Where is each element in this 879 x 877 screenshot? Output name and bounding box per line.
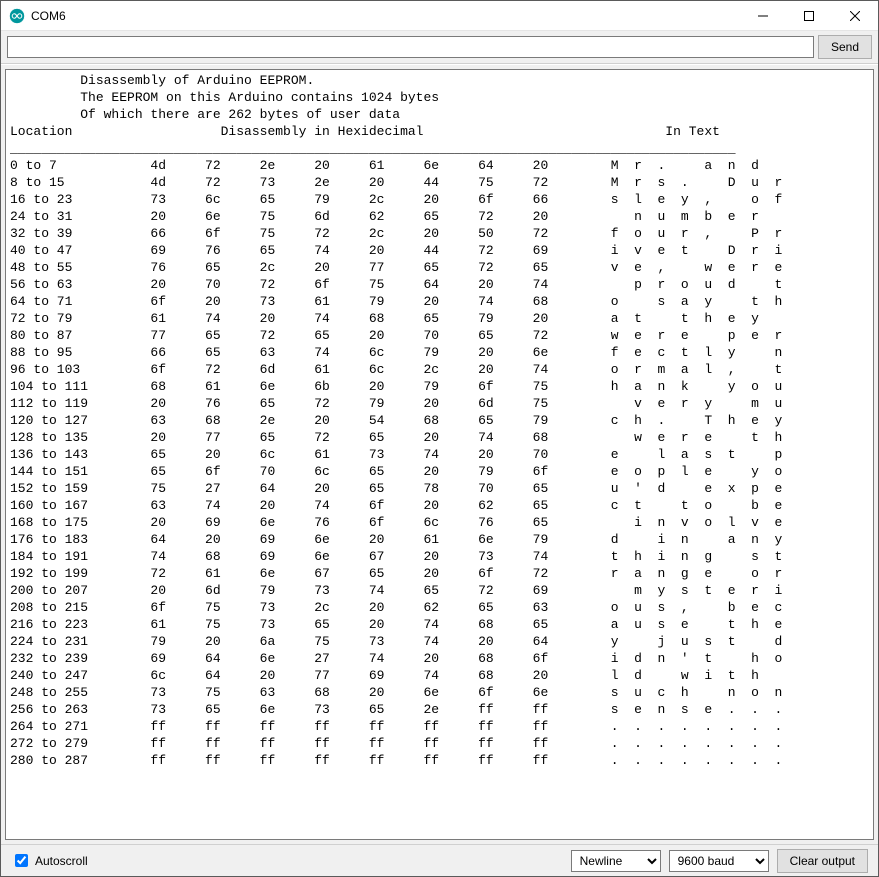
content-wrap: Disassembly of Arduino EEPROM. The EEPRO… [1, 64, 878, 844]
output-line: 216 to 223 61 75 73 65 20 74 68 65 a u s… [10, 616, 873, 633]
output-line: 272 to 279 ff ff ff ff ff ff ff ff . . .… [10, 735, 873, 752]
output-line: 184 to 191 74 68 69 6e 67 20 73 74 t h i… [10, 548, 873, 565]
window-title: COM6 [31, 9, 66, 23]
output-line: 112 to 119 20 76 65 72 79 20 6d 75 v e r… [10, 395, 873, 412]
output-line: 88 to 95 66 65 63 74 6c 79 20 6e f e c t… [10, 344, 873, 361]
close-button[interactable] [832, 1, 878, 31]
line-ending-select[interactable]: No line endingNewlineCarriage returnBoth… [571, 850, 661, 872]
send-button[interactable]: Send [818, 35, 872, 59]
output-line: 0 to 7 4d 72 2e 20 61 6e 64 20 M r . a n… [10, 157, 873, 174]
minimize-button[interactable] [740, 1, 786, 31]
output-line: 72 to 79 61 74 20 74 68 65 79 20 a t t h… [10, 310, 873, 327]
output-line: 208 to 215 6f 75 73 2c 20 62 65 63 o u s… [10, 599, 873, 616]
output-line: 232 to 239 69 64 6e 27 74 20 68 6f i d n… [10, 650, 873, 667]
output-line: Location Disassembly in Hexidecimal In T… [10, 123, 873, 140]
output-line: 96 to 103 6f 72 6d 61 6c 2c 20 74 o r m … [10, 361, 873, 378]
send-toolbar: Send [1, 31, 878, 64]
output-line: 160 to 167 63 74 20 74 6f 20 62 65 c t t… [10, 497, 873, 514]
send-input[interactable] [7, 36, 814, 58]
output-line: 48 to 55 76 65 2c 20 77 65 72 65 v e , w… [10, 259, 873, 276]
output-line: The EEPROM on this Arduino contains 1024… [10, 89, 873, 106]
output-line: 192 to 199 72 61 6e 67 65 20 6f 72 r a n… [10, 565, 873, 582]
autoscroll-checkbox[interactable] [15, 854, 28, 867]
output-line: 104 to 111 68 61 6e 6b 20 79 6f 75 h a n… [10, 378, 873, 395]
output-line: 120 to 127 63 68 2e 20 54 68 65 79 c h .… [10, 412, 873, 429]
maximize-button[interactable] [786, 1, 832, 31]
output-line: 240 to 247 6c 64 20 77 69 74 68 20 l d w… [10, 667, 873, 684]
output-line: 8 to 15 4d 72 73 2e 20 44 75 72 M r s . … [10, 174, 873, 191]
output-line: 152 to 159 75 27 64 20 65 78 70 65 u ' d… [10, 480, 873, 497]
output-line: 136 to 143 65 20 6c 61 73 74 20 70 e l a… [10, 446, 873, 463]
output-line: 144 to 151 65 6f 70 6c 65 20 79 6f e o p… [10, 463, 873, 480]
arduino-icon [9, 8, 25, 24]
output-line: 128 to 135 20 77 65 72 65 20 74 68 w e r… [10, 429, 873, 446]
footer: Autoscroll No line endingNewlineCarriage… [1, 844, 878, 876]
output-line: 200 to 207 20 6d 79 73 74 65 72 69 m y s… [10, 582, 873, 599]
output-line: 256 to 263 73 65 6e 73 65 2e ff ff s e n… [10, 701, 873, 718]
output-line: 176 to 183 64 20 69 6e 20 61 6e 79 d i n… [10, 531, 873, 548]
output-line: 56 to 63 20 70 72 6f 75 64 20 74 p r o u… [10, 276, 873, 293]
output-line: 264 to 271 ff ff ff ff ff ff ff ff . . .… [10, 718, 873, 735]
autoscroll-label[interactable]: Autoscroll [11, 851, 88, 870]
output-line: 248 to 255 73 75 63 68 20 6e 6f 6e s u c… [10, 684, 873, 701]
output-line: 168 to 175 20 69 6e 76 6f 6c 76 65 i n v… [10, 514, 873, 531]
output-line: 32 to 39 66 6f 75 72 2c 20 50 72 f o u r… [10, 225, 873, 242]
output-line: Disassembly of Arduino EEPROM. [10, 72, 873, 89]
output-line: 16 to 23 73 6c 65 79 2c 20 6f 66 s l e y… [10, 191, 873, 208]
clear-output-button[interactable]: Clear output [777, 849, 868, 873]
serial-output[interactable]: Disassembly of Arduino EEPROM. The EEPRO… [5, 69, 874, 840]
output-line: 280 to 287 ff ff ff ff ff ff ff ff . . .… [10, 752, 873, 769]
output-line: Of which there are 262 bytes of user dat… [10, 106, 873, 123]
output-line: 80 to 87 77 65 72 65 20 70 65 72 w e r e… [10, 327, 873, 344]
output-line: 64 to 71 6f 20 73 61 79 20 74 68 o s a y… [10, 293, 873, 310]
output-line: 224 to 231 79 20 6a 75 73 74 20 64 y j u… [10, 633, 873, 650]
titlebar: COM6 [1, 1, 878, 31]
output-line: 40 to 47 69 76 65 74 20 44 72 69 i v e t… [10, 242, 873, 259]
serial-monitor-window: COM6 Send Disassembly of Arduino EEPROM.… [0, 0, 879, 877]
output-line: ________________________________________… [10, 140, 873, 157]
output-line: 24 to 31 20 6e 75 6d 62 65 72 20 n u m b… [10, 208, 873, 225]
baud-select[interactable]: 300 baud1200 baud2400 baud4800 baud9600 … [669, 850, 769, 872]
